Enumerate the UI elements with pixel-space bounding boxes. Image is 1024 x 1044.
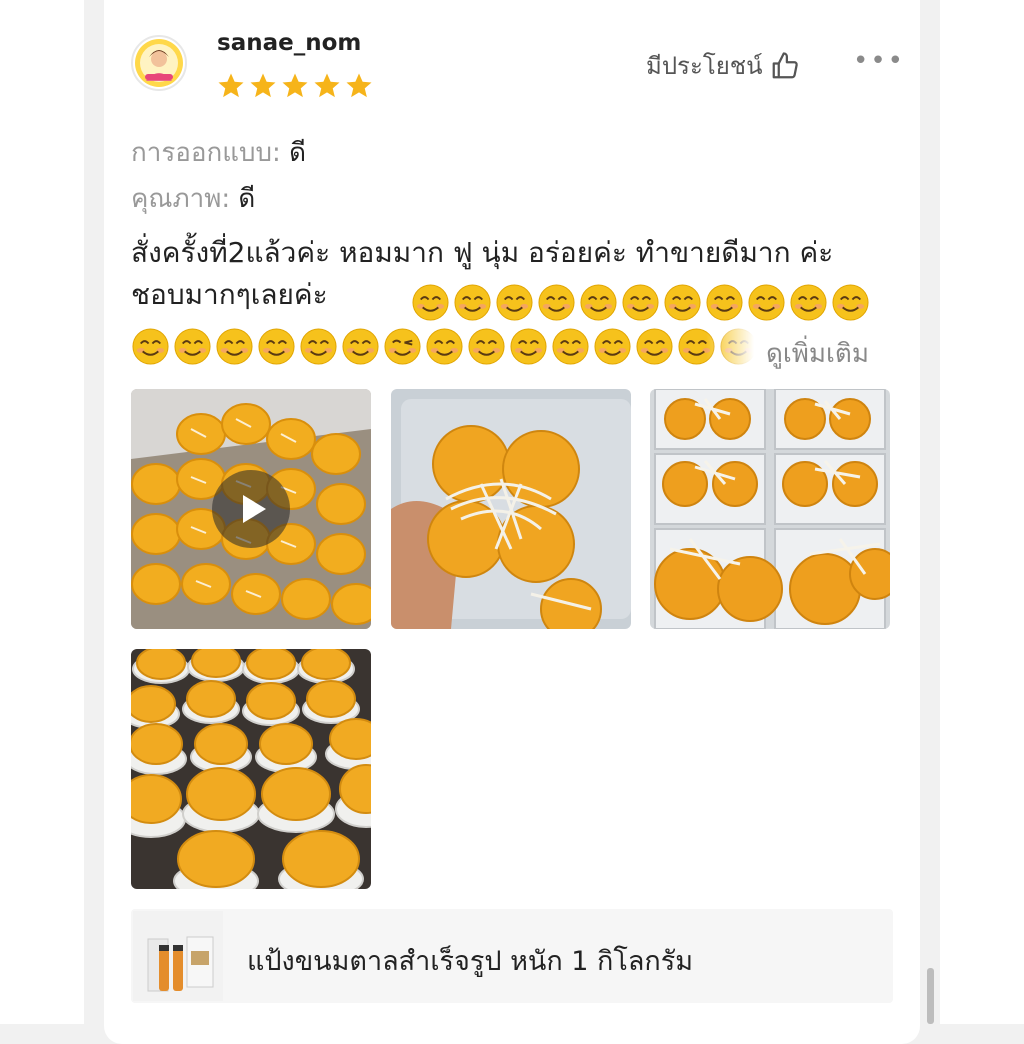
smiling-face-icon [510, 328, 547, 365]
emoji-row [411, 283, 870, 322]
helpful-label: มีประโยชน์ [646, 52, 763, 80]
review-photo[interactable] [650, 389, 890, 629]
smiling-face-icon [258, 328, 295, 365]
attribute-design: การออกแบบ: ดี [131, 132, 306, 173]
emoji-row [131, 327, 758, 366]
smiling-face-icon [132, 328, 169, 365]
smiling-face-icon [636, 328, 673, 365]
star-icon [346, 73, 372, 98]
winking-face-icon [384, 328, 421, 365]
smiling-face-icon [426, 328, 463, 365]
smiling-face-icon [622, 284, 659, 321]
attribute-value: ดี [289, 138, 306, 168]
smiling-face-icon [580, 284, 617, 321]
smiling-face-icon [790, 284, 827, 321]
star-icon [282, 73, 308, 98]
reviewer-username[interactable]: sanae_nom [217, 30, 361, 56]
review-photo[interactable] [131, 649, 371, 889]
attribute-quality: คุณภาพ: ดี [131, 178, 255, 219]
helpful-button[interactable]: มีประโยชน์ [646, 46, 800, 85]
review-photo[interactable] [391, 389, 631, 629]
product-link[interactable]: แป้งขนมตาลสำเร็จรูป หนัก 1 กิโลกรัม [131, 909, 893, 1003]
more-options-button[interactable]: ••• [853, 46, 905, 76]
smiling-face-icon [300, 328, 337, 365]
smiling-face-icon [552, 328, 589, 365]
smiling-face-icon [496, 284, 533, 321]
scrollbar[interactable] [927, 968, 934, 1024]
star-icon [314, 73, 340, 98]
page-margin-left [0, 0, 84, 1024]
smiling-face-icon [342, 328, 379, 365]
smiling-face-icon [468, 328, 505, 365]
avatar[interactable] [131, 35, 187, 91]
smiling-face-icon [706, 284, 743, 321]
attribute-label: การออกแบบ: [131, 138, 281, 168]
smiling-face-icon [174, 328, 211, 365]
smiling-face-icon [594, 328, 631, 365]
smiling-face-icon [216, 328, 253, 365]
smiling-face-icon [412, 284, 449, 321]
play-icon [243, 495, 266, 523]
rating-stars [216, 71, 374, 101]
thumbs-up-icon [773, 51, 799, 78]
product-thumbnail [133, 911, 223, 1001]
smiling-face-icon [538, 284, 575, 321]
smiling-face-icon [454, 284, 491, 321]
star-icon [250, 73, 276, 98]
play-button[interactable] [212, 470, 290, 548]
see-more-link[interactable]: ดูเพิ่มเติม [766, 333, 869, 374]
smiling-face-icon [664, 284, 701, 321]
text-fade [706, 326, 766, 370]
smiling-face-icon [832, 284, 869, 321]
page-margin-right [940, 0, 1024, 1024]
attribute-label: คุณภาพ: [131, 184, 231, 214]
smiling-face-icon [748, 284, 785, 321]
star-icon [218, 73, 244, 98]
attribute-value: ดี [238, 184, 256, 214]
product-name: แป้งขนมตาลสำเร็จรูป หนัก 1 กิโลกรัม [247, 946, 694, 977]
